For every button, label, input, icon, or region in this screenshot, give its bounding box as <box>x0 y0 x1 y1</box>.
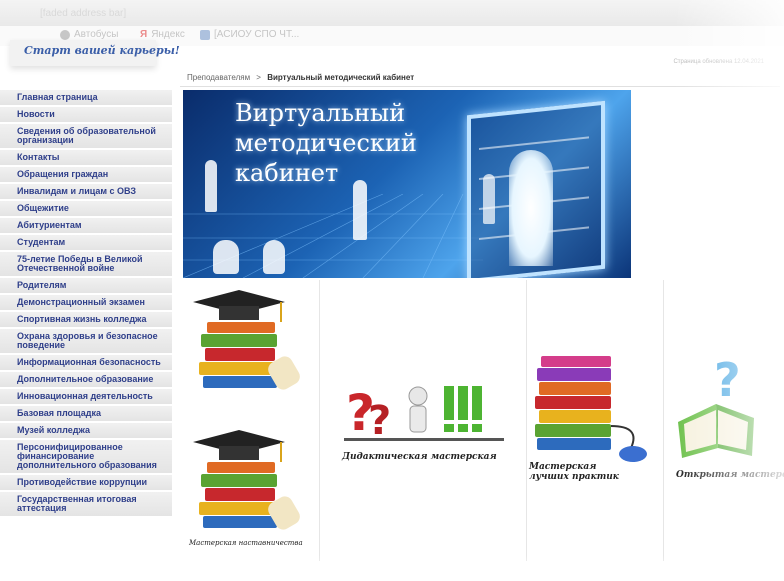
address-text: [faded address bar] <box>40 8 127 19</box>
sidebar-item-parents[interactable]: Родителям <box>0 278 172 295</box>
bookmark-avtobusy[interactable]: Автобусы <box>60 29 118 40</box>
card-caption: Мастерская наставничества <box>189 539 303 547</box>
svg-text:?: ? <box>368 398 391 444</box>
graduation-books-icon <box>193 290 300 390</box>
seated-person-graphic <box>263 240 285 274</box>
card-caption: Мастерская лучших практик <box>529 462 619 482</box>
question-exclamation-icon: ? ? <box>344 384 504 444</box>
sidebar-item-health[interactable]: Охрана здоровья и безопасное поведение <box>0 329 172 355</box>
graduation-books-icon <box>193 430 300 530</box>
sidebar-item-museum[interactable]: Музей колледжа <box>0 423 172 440</box>
sidebar-item-disabled[interactable]: Инвалидам и лицам с ОВЗ <box>0 184 172 201</box>
sidebar-menu: Главная страница Новости Сведения об обр… <box>0 90 172 518</box>
sidebar-item-appeals[interactable]: Обращения граждан <box>0 167 172 184</box>
breadcrumb-parent-link[interactable]: Преподавателям <box>187 73 250 82</box>
seated-person-graphic <box>213 240 239 274</box>
sidebar-item-anticorruption[interactable]: Противодействие коррупции <box>0 475 172 492</box>
sidebar-item-additional-edu[interactable]: Дополнительное образование <box>0 372 172 389</box>
sidebar-item-base-platform[interactable]: Базовая площадка <box>0 406 172 423</box>
banner-title: Виртуальный методический кабинет <box>235 99 417 187</box>
card-mentorship-workshop[interactable]: Мастерская наставничества <box>183 280 320 561</box>
yandex-icon: Я <box>140 29 148 40</box>
card-didactic-workshop[interactable]: ? ? Дидактическая мастерская <box>320 280 527 561</box>
page-icon <box>200 29 210 40</box>
book-question-icon: ? <box>678 353 754 458</box>
walking-person-graphic <box>205 160 217 212</box>
books-mouse-icon <box>535 356 647 462</box>
header-divider <box>180 86 780 87</box>
door-light-graphic <box>509 150 553 266</box>
sidebar-item-applicants[interactable]: Абитуриентам <box>0 218 172 235</box>
sidebar-item-news[interactable]: Новости <box>0 107 172 124</box>
walking-person-graphic <box>353 180 367 240</box>
bookmark-asiou[interactable]: [АСИОУ СПО ЧТ... <box>200 29 299 40</box>
sidebar-item-state-attestation[interactable]: Государственная итоговая аттестация <box>0 492 172 518</box>
sidebar-item-innovation[interactable]: Инновационная деятельность <box>0 389 172 406</box>
sidebar-item-demo-exam[interactable]: Демонстрационный экзамен <box>0 295 172 312</box>
breadcrumb-current: Виртуальный методический кабинет <box>267 73 415 82</box>
page-updated-text: Страница обновлена 12.04.2021 <box>673 59 764 65</box>
sidebar-item-sport[interactable]: Спортивная жизнь колледжа <box>0 312 172 329</box>
sidebar-item-org-info[interactable]: Сведения об образовательной организации <box>0 124 172 150</box>
sidebar-item-dormitory[interactable]: Общежитие <box>0 201 172 218</box>
card-best-practices-workshop[interactable]: Мастерская лучших практик <box>527 280 664 561</box>
sidebar-item-contacts[interactable]: Контакты <box>0 150 172 167</box>
walking-person-graphic <box>483 174 495 224</box>
card-caption: Дидактическая мастерская <box>342 452 497 462</box>
logo-text: Старт вашей карьеры! <box>24 44 180 57</box>
sidebar-item-info-security[interactable]: Информационная безопасность <box>0 355 172 372</box>
sidebar-item-home[interactable]: Главная страница <box>0 90 172 107</box>
sidebar-item-students[interactable]: Студентам <box>0 235 172 252</box>
globe-icon <box>60 29 70 40</box>
card-open-workshop[interactable]: ? Открытая мастерская <box>664 280 784 561</box>
virtual-cabinet-banner: Виртуальный методический кабинет <box>183 90 631 278</box>
sidebar-item-victory-75[interactable]: 75-летие Победы в Великой Отечественной … <box>0 252 172 278</box>
card-caption: Открытая мастерская <box>676 470 784 480</box>
breadcrumb-separator: > <box>256 73 261 82</box>
breadcrumb: Преподавателям > Виртуальный методически… <box>187 73 414 82</box>
bookmark-yandex[interactable]: Я Яндекс <box>140 29 185 40</box>
sidebar-item-personal-funding[interactable]: Персонифицированное финансирование допол… <box>0 440 172 475</box>
browser-tab-bar: [faded address bar] <box>0 0 784 26</box>
svg-text:?: ? <box>714 353 741 407</box>
